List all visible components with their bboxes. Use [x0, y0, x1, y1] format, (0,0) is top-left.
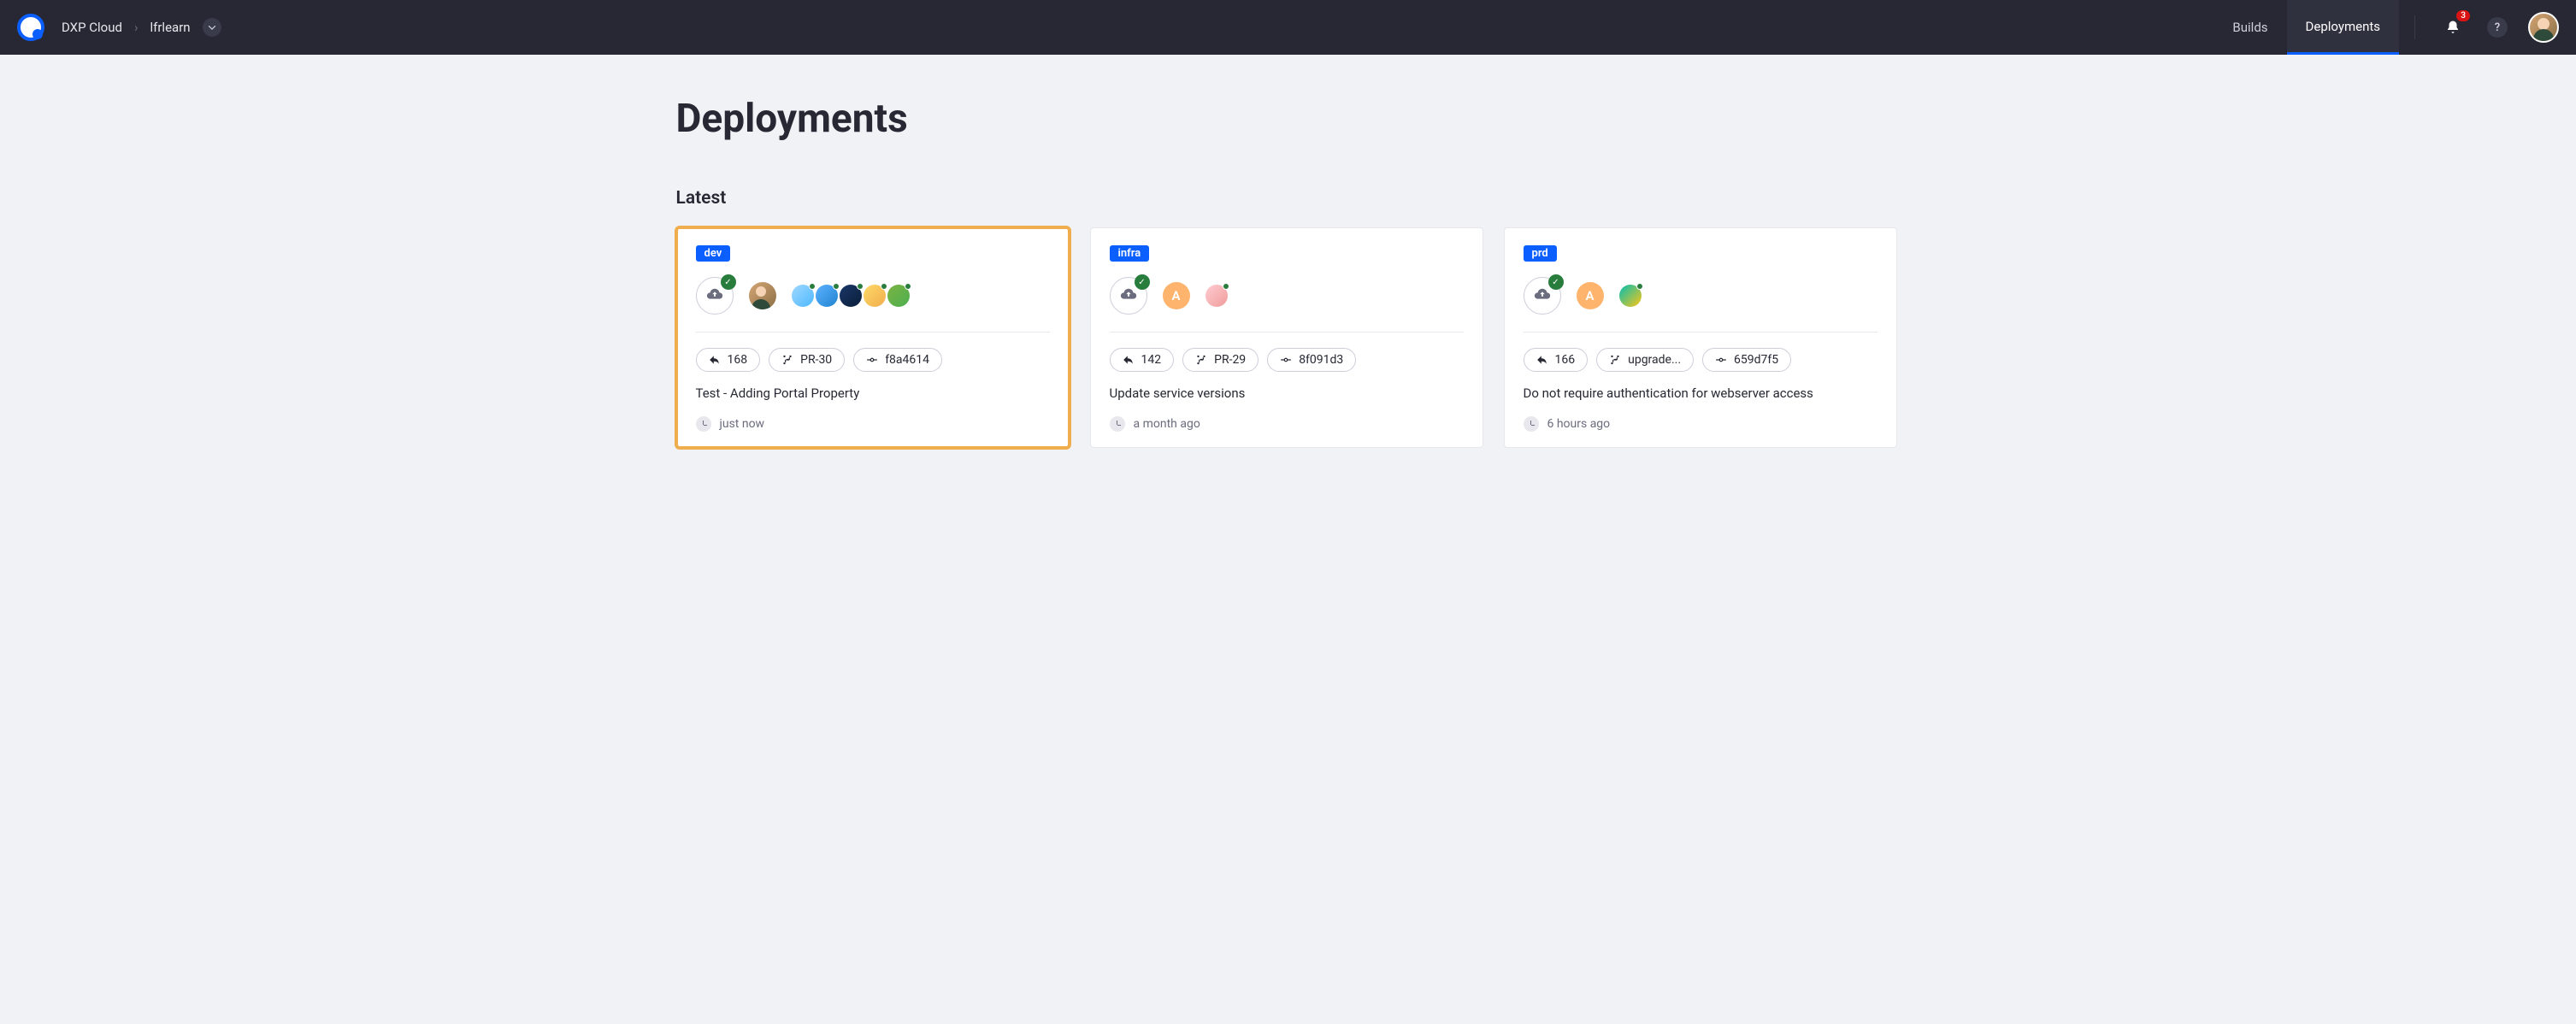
service-icon — [792, 285, 814, 307]
branch-chip[interactable]: upgrade... — [1596, 348, 1694, 372]
chips-row: 168 PR-30 f8a4614 — [696, 348, 1050, 372]
check-icon: ✓ — [1548, 274, 1564, 290]
content: Deployments Latest dev ✓ — [656, 55, 1921, 489]
branch-name: PR-29 — [1214, 353, 1246, 367]
timestamp: 6 hours ago — [1524, 416, 1877, 432]
commit-icon — [866, 354, 878, 366]
time-text: 6 hours ago — [1547, 417, 1611, 431]
service-icons — [792, 285, 910, 307]
cards-row: dev ✓ 168 — [676, 227, 1901, 448]
deployment-card-infra[interactable]: infra ✓ A 142 PR-29 — [1090, 227, 1483, 448]
branch-chip[interactable]: PR-29 — [1182, 348, 1259, 372]
breadcrumb-product[interactable]: DXP Cloud — [62, 20, 122, 35]
service-icon — [1619, 285, 1642, 307]
service-icon — [840, 285, 862, 307]
check-icon: ✓ — [721, 274, 736, 290]
build-chip[interactable]: 168 — [696, 348, 761, 372]
user-avatar[interactable] — [2528, 12, 2559, 43]
chips-row: 142 PR-29 8f091d3 — [1110, 348, 1464, 372]
build-icon — [1123, 354, 1135, 366]
branch-icon — [1609, 354, 1621, 366]
timestamp: just now — [696, 416, 1050, 432]
check-icon: ✓ — [1135, 274, 1150, 290]
branch-name: PR-30 — [800, 353, 832, 367]
build-number: 168 — [728, 353, 748, 367]
deploy-status-icon: ✓ — [696, 277, 734, 315]
breadcrumb-project[interactable]: lfrlearn — [150, 20, 190, 35]
service-icon — [887, 285, 910, 307]
notifications-button[interactable]: 3 — [2439, 14, 2467, 41]
status-row: ✓ — [696, 277, 1050, 333]
status-row: ✓ A — [1524, 277, 1877, 333]
build-chip[interactable]: 166 — [1524, 348, 1589, 372]
deployment-card-prd[interactable]: prd ✓ A 166 upgrade... — [1504, 227, 1897, 448]
branch-chip[interactable]: PR-30 — [769, 348, 845, 372]
branch-icon — [1195, 354, 1207, 366]
clock-icon — [696, 416, 711, 432]
build-chip[interactable]: 142 — [1110, 348, 1175, 372]
help-icon: ? — [2487, 17, 2508, 38]
nav-deployments[interactable]: Deployments — [2287, 0, 2399, 55]
deployment-title: Update service versions — [1110, 385, 1464, 401]
service-icon — [1205, 285, 1228, 307]
timestamp: a month ago — [1110, 416, 1464, 432]
deploy-status-icon: ✓ — [1524, 277, 1561, 315]
commit-icon — [1715, 354, 1727, 366]
branch-icon — [781, 354, 793, 366]
commit-chip[interactable]: f8a4614 — [853, 348, 942, 372]
notification-badge: 3 — [2456, 10, 2470, 21]
breadcrumb: DXP Cloud › lfrlearn — [62, 18, 221, 37]
branch-name: upgrade... — [1628, 353, 1681, 367]
service-icons — [1619, 285, 1642, 307]
build-icon — [709, 354, 721, 366]
topbar-right: Builds Deployments 3 ? — [2213, 0, 2559, 55]
project-dropdown[interactable] — [203, 18, 221, 37]
build-icon — [1536, 354, 1548, 366]
env-badge: prd — [1524, 245, 1557, 262]
topbar: DXP Cloud › lfrlearn Builds Deployments … — [0, 0, 2576, 55]
author-avatar: A — [1577, 282, 1604, 309]
clock-icon — [1524, 416, 1539, 432]
logo-icon[interactable] — [17, 14, 44, 41]
commit-chip[interactable]: 8f091d3 — [1267, 348, 1356, 372]
section-title: Latest — [676, 188, 1901, 209]
status-row: ✓ A — [1110, 277, 1464, 333]
divider — [2414, 15, 2415, 39]
service-icon — [816, 285, 838, 307]
author-avatar — [749, 282, 776, 309]
service-icons — [1205, 285, 1228, 307]
time-text: a month ago — [1134, 417, 1200, 431]
commit-hash: f8a4614 — [885, 353, 929, 367]
commit-hash: 659d7f5 — [1734, 353, 1778, 367]
chips-row: 166 upgrade... 659d7f5 — [1524, 348, 1877, 372]
clock-icon — [1110, 416, 1125, 432]
deployment-title: Test - Adding Portal Property — [696, 385, 1050, 401]
deploy-status-icon: ✓ — [1110, 277, 1147, 315]
page-title: Deployments — [676, 96, 1901, 142]
commit-chip[interactable]: 659d7f5 — [1702, 348, 1791, 372]
chevron-right-icon: › — [134, 20, 139, 35]
author-avatar: A — [1163, 282, 1190, 309]
commit-hash: 8f091d3 — [1299, 353, 1343, 367]
build-number: 142 — [1141, 353, 1162, 367]
time-text: just now — [720, 417, 765, 431]
nav-builds[interactable]: Builds — [2213, 0, 2286, 55]
deployment-title: Do not require authentication for webser… — [1524, 385, 1877, 401]
commit-icon — [1280, 354, 1292, 366]
deployment-card-dev[interactable]: dev ✓ 168 — [676, 227, 1070, 448]
env-badge: infra — [1110, 245, 1150, 262]
build-number: 166 — [1555, 353, 1576, 367]
env-badge: dev — [696, 245, 731, 262]
help-button[interactable]: ? — [2484, 14, 2511, 41]
service-icon — [864, 285, 886, 307]
